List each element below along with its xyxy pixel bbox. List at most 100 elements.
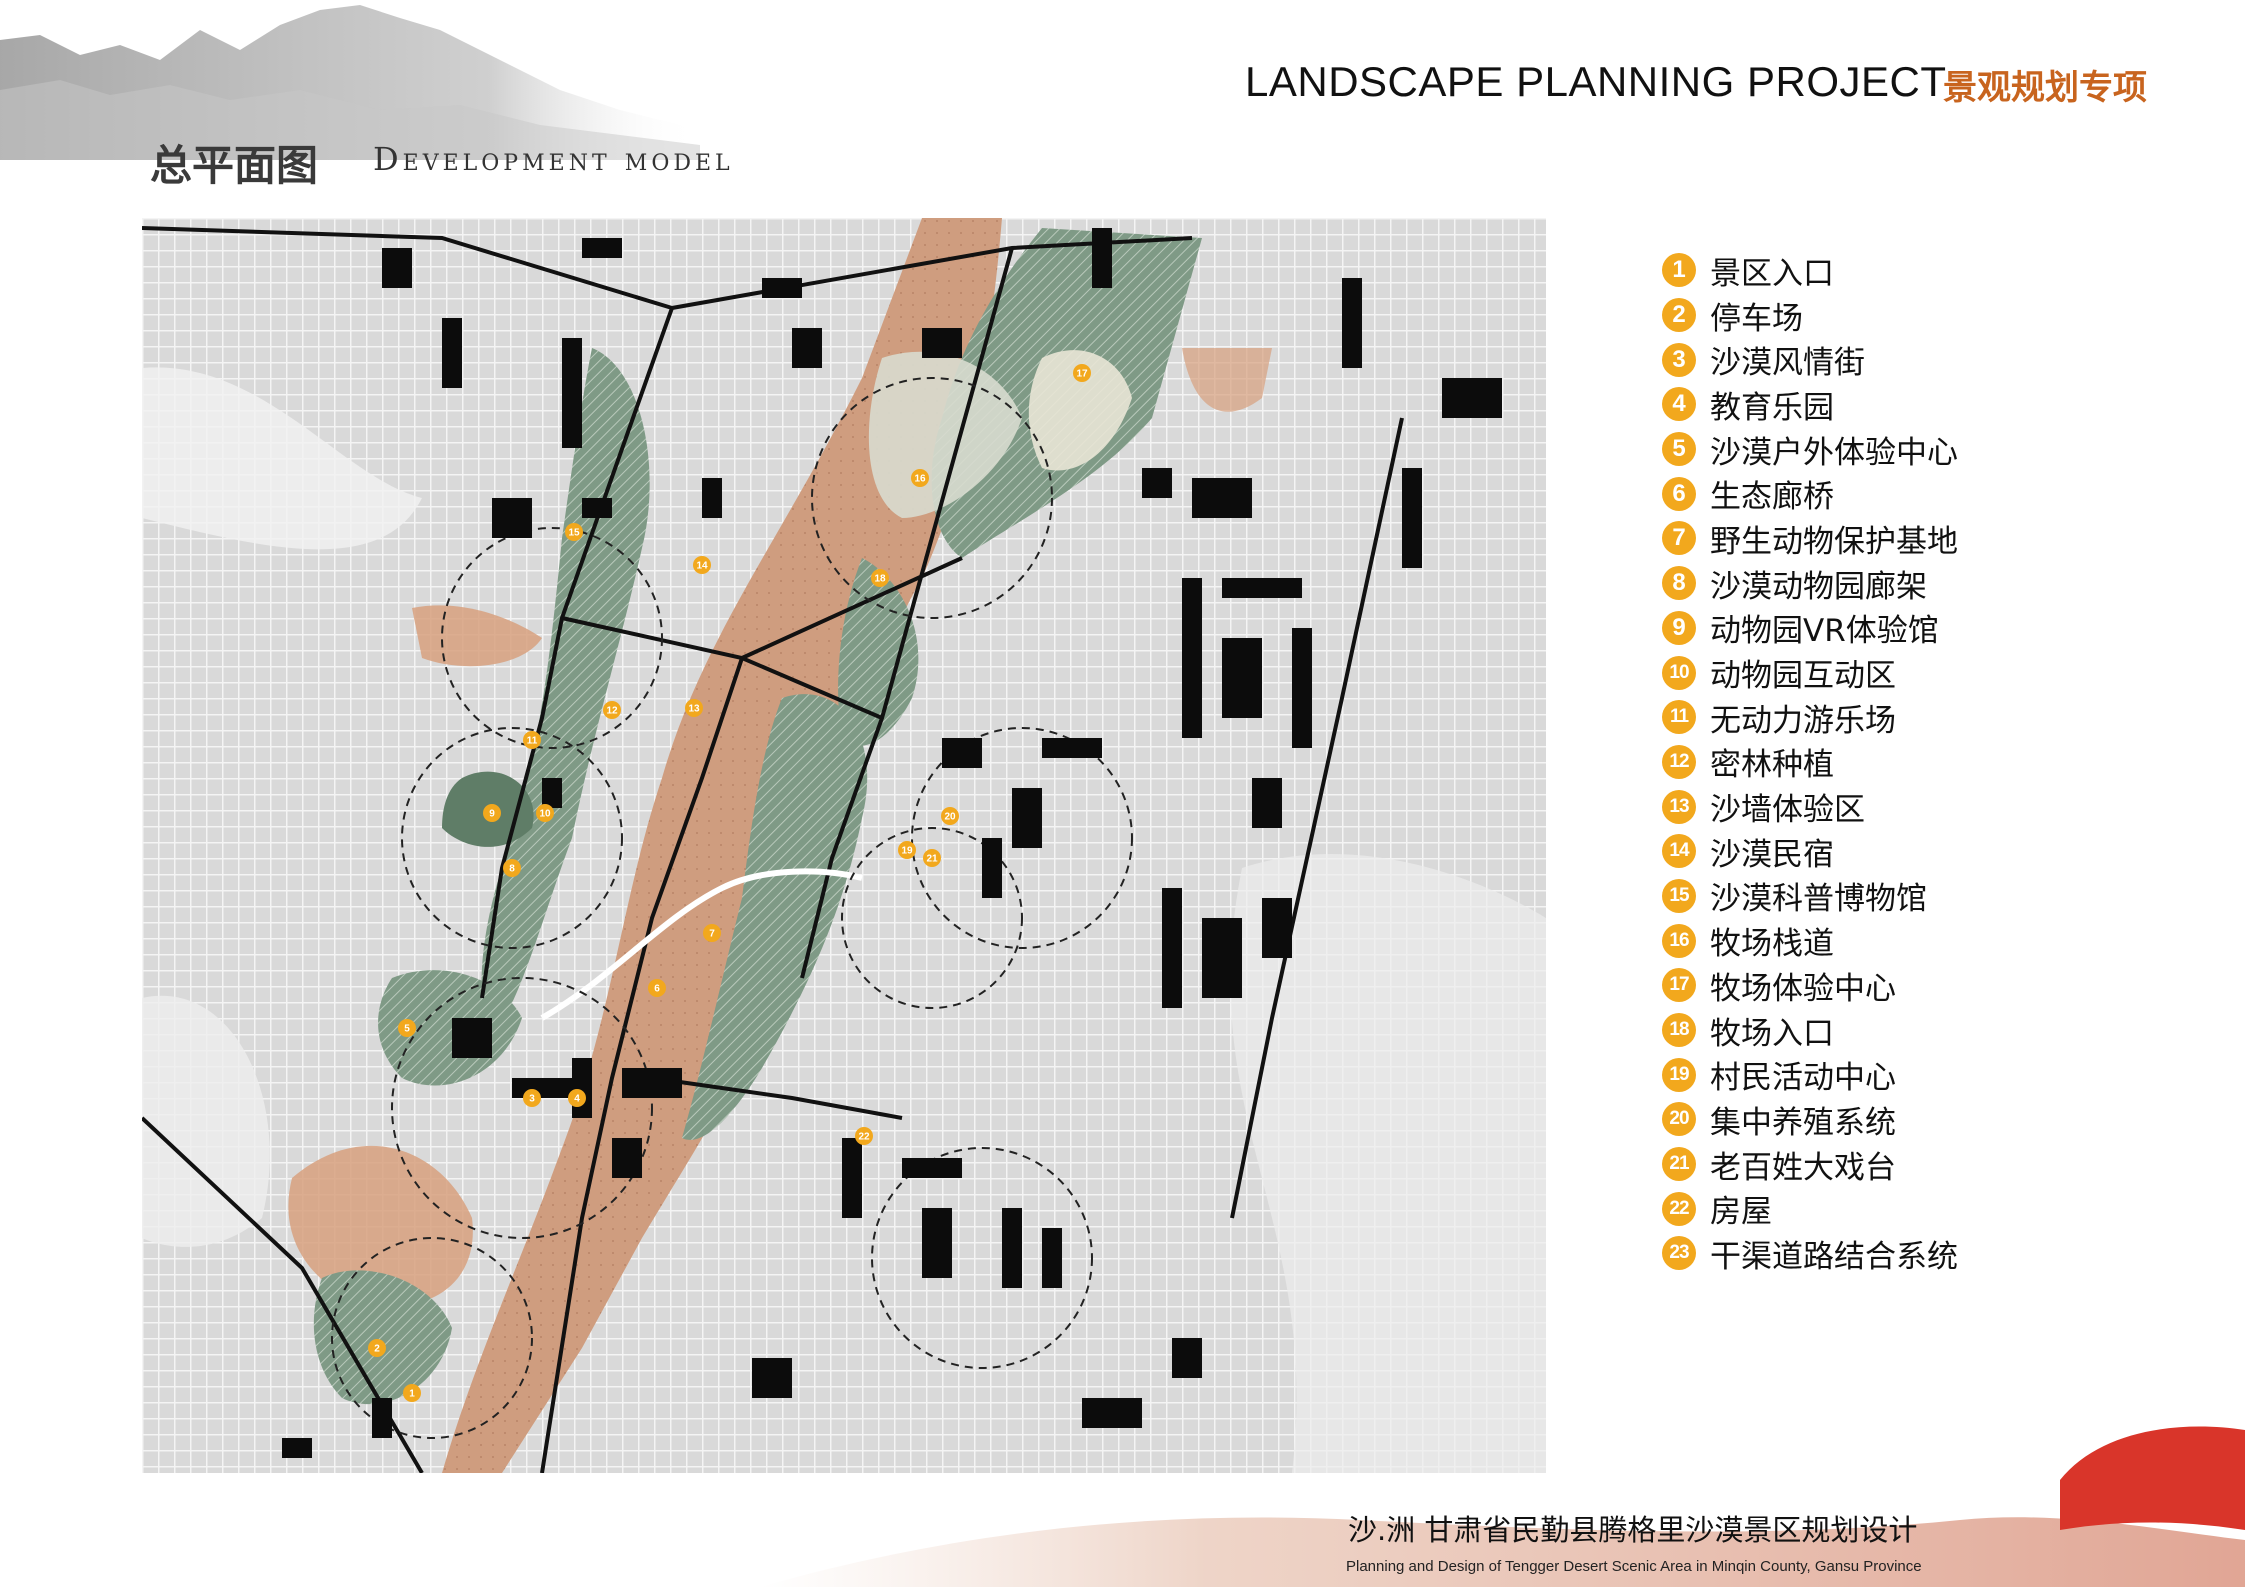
legend-label: 牧场体验中心 xyxy=(1710,970,1896,1007)
legend-item: 12 密林种植 xyxy=(1662,740,2222,785)
legend-label: 沙漠风情街 xyxy=(1710,345,1865,382)
legend-number-badge: 13 xyxy=(1662,789,1696,824)
map-marker-label: 15 xyxy=(568,528,580,539)
legend-label: 牧场栈道 xyxy=(1710,926,1834,963)
legend-label: 野生动物保护基地 xyxy=(1710,523,1958,560)
legend-number-badge: 23 xyxy=(1662,1236,1696,1271)
map-marker-label: 9 xyxy=(489,809,495,820)
map-marker-label: 11 xyxy=(527,736,538,747)
legend-item: 5 沙漠户外体验中心 xyxy=(1662,427,2222,472)
legend-item: 23 干渠道路结合系统 xyxy=(1662,1231,2222,1276)
master-plan-map: 123 456789 101112 13141516171819202122 xyxy=(142,218,1546,1473)
map-marker-label: 1 xyxy=(409,1389,415,1400)
map-marker-label: 16 xyxy=(914,474,926,485)
map-marker-label: 19 xyxy=(901,846,913,857)
legend-number-badge: 5 xyxy=(1662,432,1696,467)
legend-label: 景区入口 xyxy=(1710,255,1834,292)
legend-item: 21 老百姓大戏台 xyxy=(1662,1142,2222,1187)
footer-title-en: Planning and Design of Tengger Desert Sc… xyxy=(1346,1558,1922,1575)
legend-label: 沙漠动物园廊架 xyxy=(1710,568,1927,605)
legend-label: 动物园互动区 xyxy=(1710,658,1896,695)
legend-label: 房屋 xyxy=(1710,1194,1772,1231)
legend-label: 牧场入口 xyxy=(1710,1015,1834,1052)
map-marker-label: 12 xyxy=(606,706,618,717)
legend-item: 17 牧场体验中心 xyxy=(1662,963,2222,1008)
legend-label: 停车场 xyxy=(1710,300,1803,337)
legend-label: 沙漠科普博物馆 xyxy=(1710,881,1927,918)
legend-item: 9 动物园VR体验馆 xyxy=(1662,606,2222,651)
legend-number-badge: 21 xyxy=(1662,1147,1696,1182)
legend-item: 7 野生动物保护基地 xyxy=(1662,516,2222,561)
legend-item: 22 房屋 xyxy=(1662,1186,2222,1231)
map-marker-label: 7 xyxy=(709,929,715,940)
red-sun xyxy=(2060,1426,2245,1530)
map-marker-label: 21 xyxy=(926,854,938,865)
header-title-cn: 景观规划专项 xyxy=(1943,68,2147,108)
legend-number-badge: 22 xyxy=(1662,1191,1696,1226)
map-marker-label: 10 xyxy=(539,809,551,820)
legend-label: 村民活动中心 xyxy=(1710,1060,1896,1097)
legend-item: 18 牧场入口 xyxy=(1662,1008,2222,1053)
map-marker-label: 8 xyxy=(509,864,515,875)
legend-label: 沙漠民宿 xyxy=(1710,836,1834,873)
map-marker-label: 14 xyxy=(696,561,708,572)
legend-number-badge: 12 xyxy=(1662,744,1696,779)
legend-label: 干渠道路结合系统 xyxy=(1710,1238,1958,1275)
legend-label: 沙墙体验区 xyxy=(1710,792,1865,829)
legend-number-badge: 15 xyxy=(1662,878,1696,913)
legend-number-badge: 17 xyxy=(1662,968,1696,1003)
legend-item: 1 景区入口 xyxy=(1662,248,2222,293)
map-marker-label: 13 xyxy=(688,704,700,715)
legend-label: 集中养殖系统 xyxy=(1710,1104,1896,1141)
map-marker-label: 17 xyxy=(1076,369,1088,380)
legend-label: 动物园VR体验馆 xyxy=(1710,613,1939,650)
legend-item: 8 沙漠动物园廊架 xyxy=(1662,561,2222,606)
legend-number-badge: 19 xyxy=(1662,1057,1696,1092)
legend-item: 13 沙墙体验区 xyxy=(1662,784,2222,829)
legend-number-badge: 11 xyxy=(1662,700,1696,735)
footer-title-cn: 沙.洲 甘肃省民勤县腾格里沙漠景区规划设计 xyxy=(1348,1513,1918,1547)
map-marker-label: 18 xyxy=(874,574,886,585)
legend-label: 老百姓大戏台 xyxy=(1710,1149,1896,1186)
legend-item: 10 动物园互动区 xyxy=(1662,650,2222,695)
header-title-en: LANDSCAPE PLANNING PROJECT xyxy=(1245,58,1947,105)
legend-number-badge: 16 xyxy=(1662,923,1696,958)
legend-item: 16 牧场栈道 xyxy=(1662,918,2222,963)
legend-item: 15 沙漠科普博物馆 xyxy=(1662,874,2222,919)
legend-label: 沙漠户外体验中心 xyxy=(1710,434,1958,471)
mountain-backdrop xyxy=(0,5,700,160)
legend-number-badge: 6 xyxy=(1662,476,1696,511)
page-subtitle: Development model xyxy=(373,140,734,178)
legend-item: 14 沙漠民宿 xyxy=(1662,829,2222,874)
legend-label: 生态廊桥 xyxy=(1710,479,1834,516)
legend-item: 2 停车场 xyxy=(1662,293,2222,338)
map-marker-label: 5 xyxy=(404,1024,410,1035)
legend-number-badge: 1 xyxy=(1662,253,1696,288)
map-marker-label: 22 xyxy=(858,1132,870,1143)
legend-item: 20 集中养殖系统 xyxy=(1662,1097,2222,1142)
legend-number-badge: 4 xyxy=(1662,387,1696,422)
legend-item: 3 沙漠风情街 xyxy=(1662,337,2222,382)
map-marker-label: 3 xyxy=(529,1094,535,1105)
legend-number-badge: 18 xyxy=(1662,1013,1696,1048)
legend-number-badge: 2 xyxy=(1662,298,1696,333)
legend-number-badge: 20 xyxy=(1662,1102,1696,1137)
legend-item: 6 生态廊桥 xyxy=(1662,471,2222,516)
legend-number-badge: 10 xyxy=(1662,655,1696,690)
map-marker-label: 20 xyxy=(944,812,956,823)
legend-number-badge: 8 xyxy=(1662,566,1696,601)
legend: 1 景区入口 2 停车场 3 沙漠风情街 4 教育乐园 5 沙漠户外体验中心 6 生态廊桥 7 野生动物保… xyxy=(1662,248,2222,1276)
page-title: 总平面图 xyxy=(150,141,319,190)
legend-label: 密林种植 xyxy=(1710,747,1834,784)
legend-number-badge: 9 xyxy=(1662,610,1696,645)
legend-item: 11 无动力游乐场 xyxy=(1662,695,2222,740)
legend-label: 无动力游乐场 xyxy=(1710,702,1896,739)
legend-item: 4 教育乐园 xyxy=(1662,382,2222,427)
legend-label: 教育乐园 xyxy=(1710,389,1834,426)
map-marker-label: 2 xyxy=(374,1344,380,1355)
map-marker-label: 4 xyxy=(574,1094,580,1105)
map-marker-label: 6 xyxy=(654,984,660,995)
legend-number-badge: 14 xyxy=(1662,834,1696,869)
legend-item: 19 村民活动中心 xyxy=(1662,1052,2222,1097)
legend-number-badge: 3 xyxy=(1662,342,1696,377)
